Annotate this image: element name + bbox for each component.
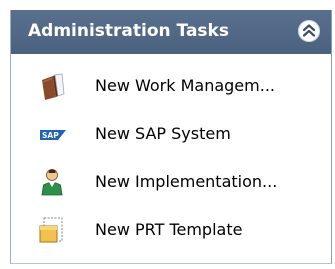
double-chevron-up-icon: [302, 24, 316, 37]
task-label: New Implementation...: [95, 172, 278, 191]
administration-tasks-panel: Administration Tasks New Work Managem...…: [10, 10, 332, 264]
task-new-prt-template[interactable]: New PRT Template: [11, 206, 331, 254]
user-person-icon: [41, 169, 63, 196]
svg-text:SAP: SAP: [42, 131, 59, 140]
work-management-book-icon: [42, 73, 65, 100]
task-new-implementation[interactable]: New Implementation...: [11, 158, 331, 206]
panel-header: Administration Tasks: [11, 10, 331, 54]
task-label: New PRT Template: [95, 220, 243, 239]
template-document-icon: [39, 217, 63, 243]
sap-logo-icon: SAP: [40, 130, 66, 140]
task-label: New Work Managem...: [95, 76, 275, 95]
task-label: New SAP System: [95, 124, 231, 143]
task-new-sap-system[interactable]: SAP New SAP System: [11, 110, 331, 158]
collapse-button[interactable]: [298, 20, 320, 42]
task-new-work-management[interactable]: New Work Managem...: [11, 62, 331, 110]
panel-title: Administration Tasks: [28, 21, 229, 41]
